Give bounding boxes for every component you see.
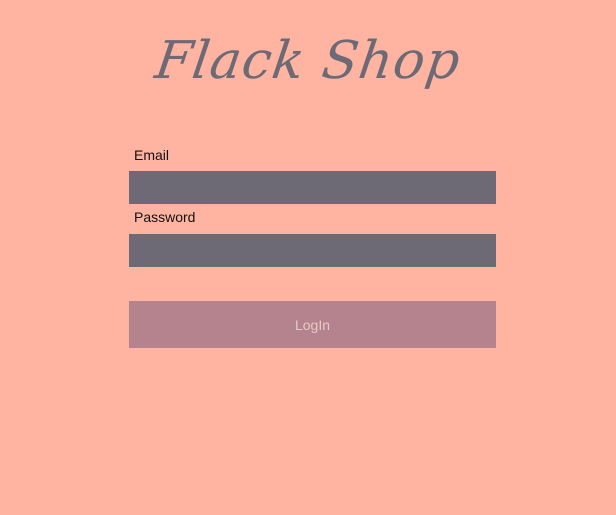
- app-logo: Flack Shop: [151, 31, 465, 91]
- login-button[interactable]: LogIn: [129, 301, 496, 348]
- email-label: Email: [134, 147, 170, 163]
- password-label: Password: [134, 209, 196, 225]
- email-field[interactable]: [129, 171, 496, 204]
- password-field[interactable]: [129, 234, 496, 267]
